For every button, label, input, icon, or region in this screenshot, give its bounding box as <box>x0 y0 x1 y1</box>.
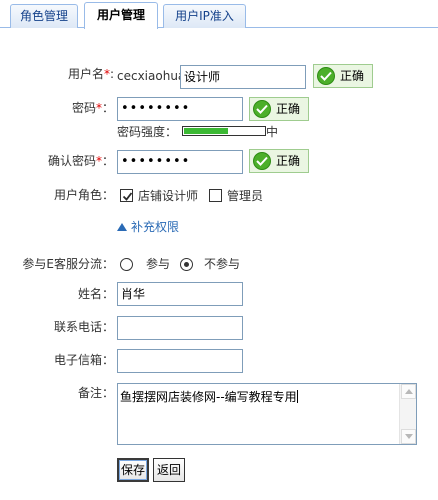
service-join-label: 参与 <box>146 257 171 271</box>
service-decline-label: 不参与 <box>204 257 241 271</box>
password-strength-fill <box>184 128 228 134</box>
remark-scrollbar[interactable] <box>399 384 416 444</box>
username-label: 用户名*: <box>67 67 114 81</box>
scroll-up-button[interactable] <box>401 384 416 399</box>
username-prefix: cecxiaohua: <box>117 69 190 83</box>
password-strength-bar <box>182 126 266 136</box>
chevron-down-icon <box>405 434 413 439</box>
confirm-password-status-badge: 正确 <box>249 149 309 173</box>
username-input[interactable]: 设计师 <box>180 65 306 89</box>
confirm-password-label: 确认密码*： <box>47 154 114 168</box>
role-designer-label: 店铺设计师 <box>138 189 199 203</box>
user-role-label: 用户角色： <box>53 188 114 202</box>
triangle-up-icon <box>117 223 127 231</box>
password-status-badge: 正确 <box>249 97 309 121</box>
password-strength-label: 密码强度： <box>117 125 178 139</box>
service-join-radio[interactable] <box>120 258 133 271</box>
check-circle-icon <box>253 152 271 170</box>
role-admin-label: 管理员 <box>227 189 264 203</box>
chevron-up-icon <box>405 389 413 394</box>
tab-role-management[interactable]: 角色管理 <box>10 4 78 28</box>
remark-label: 备注： <box>77 386 114 400</box>
more-permissions-link[interactable]: 补充权限 <box>117 219 179 235</box>
tab-user-management[interactable]: 用户管理 <box>84 2 158 29</box>
save-button[interactable]: 保存 <box>117 458 149 482</box>
service-decline-radio[interactable] <box>180 258 193 271</box>
tab-bar: 角色管理 用户管理 用户IP准入 <box>0 0 438 29</box>
check-circle-icon <box>253 100 271 118</box>
phone-input[interactable] <box>117 316 243 340</box>
confirm-password-input[interactable]: •••••••• <box>117 150 243 174</box>
check-circle-icon <box>317 67 335 85</box>
tab-user-ip-access[interactable]: 用户IP准入 <box>163 4 246 28</box>
email-label: 电子信箱： <box>53 353 114 367</box>
scroll-down-button[interactable] <box>401 429 416 444</box>
back-button[interactable]: 返回 <box>153 458 185 482</box>
email-input[interactable] <box>117 349 243 373</box>
password-input[interactable]: •••••••• <box>117 97 243 121</box>
name-label: 姓名： <box>77 287 114 301</box>
service-split-label: 参与E客服分流： <box>22 257 114 271</box>
password-strength-level: 中 <box>266 125 279 139</box>
password-label: 密码*： <box>71 101 114 115</box>
role-designer-checkbox[interactable] <box>120 189 133 202</box>
checkmark-icon <box>122 192 133 201</box>
remark-textarea[interactable]: 鱼摆摆网店装修网--编写教程专用 <box>117 383 417 445</box>
role-admin-checkbox[interactable] <box>209 189 222 202</box>
phone-label: 联系电话： <box>53 320 114 334</box>
name-input[interactable]: 肖华 <box>117 282 243 306</box>
username-status-badge: 正确 <box>313 64 373 88</box>
